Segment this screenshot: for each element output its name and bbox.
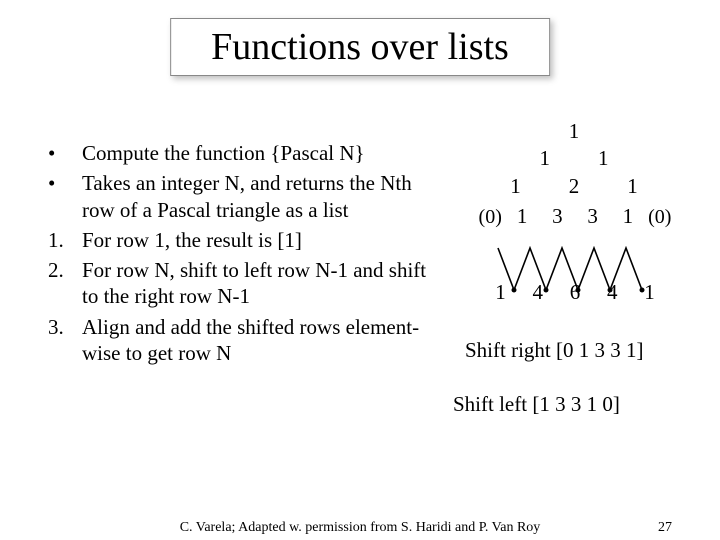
page-number: 27 xyxy=(658,520,672,536)
shift-left-label: Shift left xyxy=(453,392,527,416)
triangle-cell: 1 xyxy=(507,204,537,229)
triangle-cell: 1 xyxy=(613,204,643,229)
slide: Functions over lists • Compute the funct… xyxy=(0,0,720,540)
bullet-list: • Compute the function {Pascal N} • Take… xyxy=(48,140,428,370)
slide-title: Functions over lists xyxy=(211,25,509,69)
list-item: • Compute the function {Pascal N} xyxy=(48,140,428,166)
triangle-row-2: 1 1 xyxy=(435,145,715,172)
shift-right-sequence: [0 1 3 3 1] xyxy=(556,338,644,362)
list-item: 2. For row N, shift to left row N-1 and … xyxy=(48,257,428,310)
triangle-cell: 1 xyxy=(485,280,517,305)
bullet-text: Takes an integer N, and returns the Nth … xyxy=(82,170,428,223)
triangle-cell: 4 xyxy=(522,280,554,305)
footer-credit: C. Varela; Adapted w. permission from S.… xyxy=(180,520,541,536)
shift-right-caption: Shift right [0 1 3 3 1] xyxy=(465,338,644,363)
list-item: 3. Align and add the shifted rows elemen… xyxy=(48,314,428,367)
triangle-row-1: 1 xyxy=(435,118,715,145)
triangle-cell: 3 xyxy=(542,204,572,229)
triangle-cell: 1 xyxy=(634,280,666,305)
triangle-cell: 3 xyxy=(578,204,608,229)
pad-left-zero: (0) xyxy=(479,206,502,228)
bullet-marker: 3. xyxy=(48,314,82,367)
shift-left-caption: Shift left [1 3 3 1 0] xyxy=(453,392,620,417)
list-item: 1. For row 1, the result is [1] xyxy=(48,227,428,253)
pascal-triangle: 1 1 1 1 2 1 (0) 1 3 3 1 (0) xyxy=(435,118,715,418)
title-container: Functions over lists xyxy=(170,18,550,76)
triangle-row-3: 1 2 1 xyxy=(435,173,715,200)
triangle-row-4: (0) 1 3 3 1 (0) xyxy=(435,204,715,238)
list-item: • Takes an integer N, and returns the Nt… xyxy=(48,170,428,223)
bullet-marker: 1. xyxy=(48,227,82,253)
bullet-text: Align and add the shifted rows element-w… xyxy=(82,314,428,367)
triangle-row-5: 1 4 6 4 1 xyxy=(435,280,715,310)
shift-right-label: Shift right xyxy=(465,338,551,362)
bullet-text: Compute the function {Pascal N} xyxy=(82,140,428,166)
bullet-marker: • xyxy=(48,140,82,166)
bullet-text: For row N, shift to left row N-1 and shi… xyxy=(82,257,428,310)
shift-left-sequence: [1 3 3 1 0] xyxy=(532,392,620,416)
triangle-cell: 4 xyxy=(596,280,628,305)
triangle-cell: 6 xyxy=(559,280,591,305)
bullet-marker: 2. xyxy=(48,257,82,310)
bullet-text: For row 1, the result is [1] xyxy=(82,227,428,253)
bullet-marker: • xyxy=(48,170,82,223)
pad-right-zero: (0) xyxy=(648,206,671,228)
